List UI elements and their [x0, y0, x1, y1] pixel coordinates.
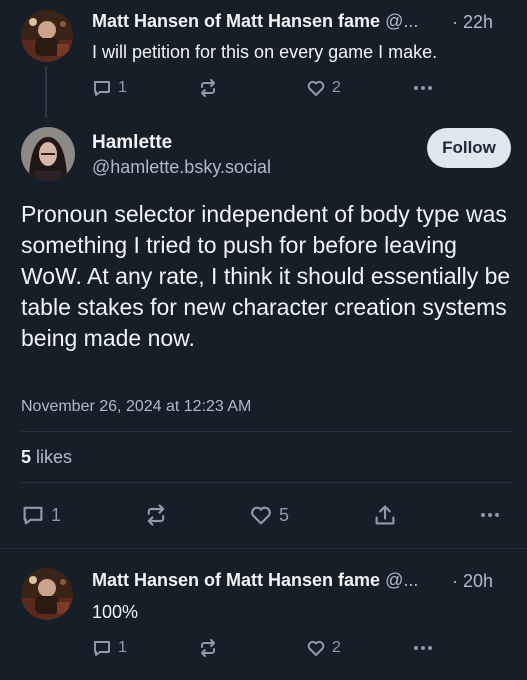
speech-bubble-icon	[21, 503, 45, 527]
reply-button[interactable]: 1	[21, 503, 61, 527]
likes-summary[interactable]: 5 likes	[21, 447, 72, 468]
repost-arrows-icon	[144, 503, 168, 527]
more-options-button[interactable]	[412, 638, 434, 658]
heart-icon	[306, 638, 326, 658]
reply-count: 1	[51, 504, 62, 525]
share-button[interactable]	[373, 503, 397, 527]
like-button[interactable]: 5	[249, 503, 289, 527]
repost-button[interactable]	[198, 78, 218, 98]
likes-label: likes	[36, 447, 73, 467]
share-icon	[373, 503, 397, 527]
like-count: 2	[332, 79, 341, 96]
follow-button[interactable]: Follow	[427, 128, 511, 168]
thread-connector	[45, 66, 47, 118]
like-button[interactable]: 2	[306, 78, 341, 98]
repost-button[interactable]	[144, 503, 168, 527]
reply-timestamp[interactable]: · 20h	[452, 571, 493, 592]
reply-count: 1	[118, 639, 127, 656]
speech-bubble-icon	[92, 78, 112, 98]
like-button[interactable]: 2	[306, 638, 341, 658]
more-dots-icon	[412, 78, 434, 98]
post-date[interactable]: November 26, 2024 at 12:23 AM	[21, 398, 251, 416]
more-options-button[interactable]	[478, 505, 502, 525]
heart-icon	[249, 503, 273, 527]
reply-count: 1	[118, 79, 127, 96]
reply-button[interactable]: 1	[92, 638, 127, 658]
reply-author-name[interactable]: Matt Hansen of Matt Hansen fame @...	[92, 570, 418, 591]
more-dots-icon	[478, 505, 502, 525]
likes-count: 5	[21, 447, 32, 467]
post-author-handle[interactable]: @hamlette.bsky.social	[92, 157, 271, 178]
more-options-button[interactable]	[412, 78, 434, 98]
repost-arrows-icon	[198, 78, 218, 98]
more-dots-icon	[412, 638, 434, 658]
repost-button[interactable]	[198, 638, 218, 658]
post-author-name[interactable]: Hamlette	[92, 132, 172, 154]
divider	[21, 482, 513, 483]
reply-text: I will petition for this on every game I…	[92, 42, 438, 62]
reply-text: 100%	[92, 602, 139, 622]
reply-author-handle: @...	[385, 570, 419, 590]
reply-author-name[interactable]: Matt Hansen of Matt Hansen fame @...	[92, 11, 418, 32]
reply-button[interactable]: 1	[92, 78, 127, 98]
repost-arrows-icon	[198, 638, 218, 658]
reply-author-handle: @...	[385, 11, 419, 31]
divider	[0, 548, 527, 549]
post-text: Pronoun selector independent of body typ…	[21, 201, 511, 351]
like-count: 5	[279, 504, 290, 525]
heart-icon	[306, 78, 326, 98]
avatar[interactable]	[21, 568, 73, 620]
divider	[21, 431, 513, 432]
like-count: 2	[332, 639, 341, 656]
avatar[interactable]	[21, 127, 75, 181]
avatar[interactable]	[21, 10, 73, 62]
speech-bubble-icon	[92, 638, 112, 658]
reply-timestamp[interactable]: · 22h	[452, 12, 493, 33]
